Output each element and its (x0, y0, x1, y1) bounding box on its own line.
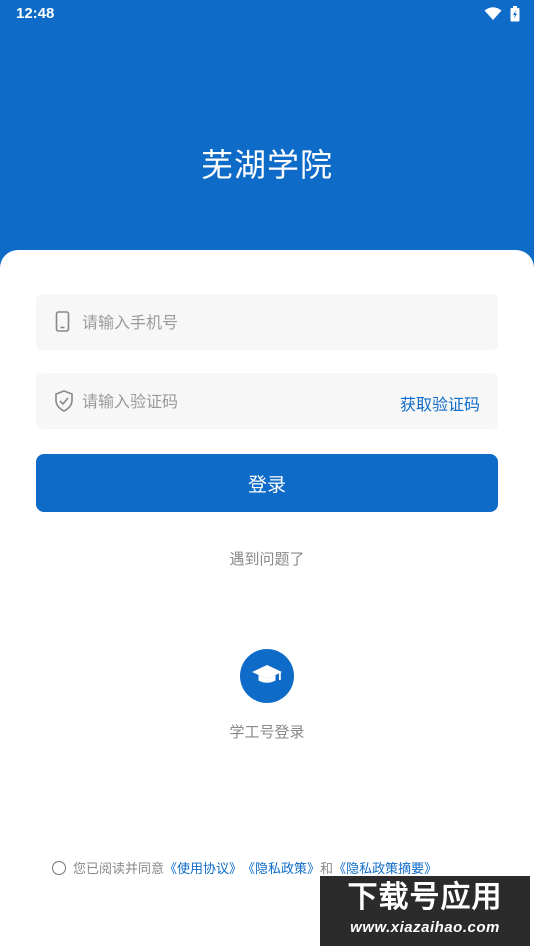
staff-login-label: 学工号登录 (229, 723, 305, 741)
phone-input[interactable] (82, 294, 382, 350)
status-icons (484, 6, 520, 22)
agreement-row: 您已阅读并同意 《使用协议》 《隐私政策》 和 《隐私政策摘要》 (52, 858, 437, 877)
login-card: 获取验证码 登录 遇到问题了 学工号登录 您已阅读并同意 《使用协议》 《隐私政… (0, 250, 534, 950)
privacy-link[interactable]: 《隐私政策》 (242, 858, 320, 877)
status-time: 12:48 (16, 5, 55, 22)
status-bar: 12:48 (0, 0, 534, 28)
agreement-conjunction: 和 (320, 862, 334, 877)
graduation-cap-icon (251, 662, 283, 690)
phone-field (36, 294, 498, 350)
agreement-prefix: 您已阅读并同意 (73, 862, 165, 877)
app-title: 芜湖学院 (200, 146, 333, 184)
shield-check-icon (54, 389, 74, 417)
watermark-url: www.xiazaihao.com (350, 919, 500, 936)
agreement-radio[interactable] (52, 860, 66, 875)
battery-icon (510, 6, 520, 22)
watermark: 下载号应用 www.xiazaihao.com (320, 876, 530, 946)
login-button[interactable]: 登录 (36, 454, 498, 512)
verification-code-input[interactable] (82, 373, 382, 429)
header-banner: 12:48 芜湖学院 (0, 0, 534, 270)
staff-login-button[interactable] (240, 649, 294, 703)
privacy-summary-link[interactable]: 《隐私政策摘要》 (333, 858, 437, 877)
verification-code-field: 获取验证码 (36, 373, 498, 429)
get-code-button[interactable]: 获取验证码 (400, 391, 480, 415)
watermark-title: 下载号应用 (347, 880, 503, 915)
problem-link[interactable]: 遇到问题了 (0, 548, 534, 569)
wifi-icon (484, 7, 502, 21)
phone-icon (54, 310, 72, 338)
terms-link[interactable]: 《使用协议》 (164, 858, 242, 877)
